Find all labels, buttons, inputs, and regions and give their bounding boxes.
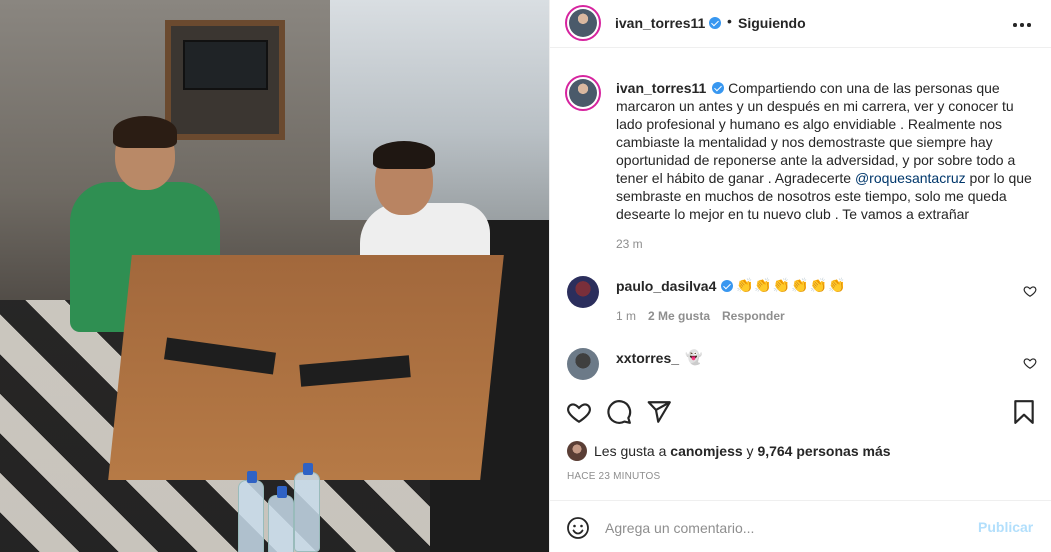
likes-others-link[interactable]: 9,764 personas más [757, 443, 890, 459]
post-details-panel: ivan_torres11 • Siguiendo ivan_torres11 … [549, 0, 1051, 552]
comment-like-heart-icon[interactable] [1023, 284, 1037, 298]
caption-text: ivan_torres11 Compartiendo con una de la… [616, 79, 1036, 223]
caption-username[interactable]: ivan_torres11 [616, 80, 706, 96]
verified-icon [721, 280, 733, 292]
caption-time[interactable]: 23 m [616, 237, 643, 251]
comment-like-heart-icon[interactable] [1023, 356, 1037, 370]
photo-bottle [268, 486, 294, 552]
following-button[interactable]: Siguiendo [738, 15, 806, 31]
comment-bubble-icon[interactable] [606, 399, 632, 425]
comment-likes-count[interactable]: 2 Me gusta [648, 309, 710, 323]
likes-connector: y [742, 443, 758, 459]
likes-text: Les gusta a canomjess y 9,764 personas m… [594, 443, 891, 459]
caption-avatar[interactable] [565, 75, 601, 111]
emoji-smile-icon[interactable] [566, 516, 590, 540]
author-username[interactable]: ivan_torres11 [615, 15, 705, 31]
add-comment-bar: Publicar [550, 500, 1051, 552]
photo-tv [183, 40, 268, 90]
post-header: ivan_torres11 • Siguiendo [550, 0, 1051, 48]
liker-avatar[interactable] [567, 441, 587, 461]
comment-username[interactable]: xxtorres_ [616, 350, 679, 366]
separator-dot: • [727, 13, 732, 29]
comment-username[interactable]: paulo_dasilva4 [616, 278, 716, 294]
post-comment-button[interactable]: Publicar [978, 519, 1033, 535]
post-photo[interactable] [0, 0, 549, 552]
like-heart-icon[interactable] [566, 399, 592, 425]
save-bookmark-icon[interactable] [1011, 399, 1037, 425]
verified-icon [712, 82, 725, 94]
comment-input[interactable] [605, 515, 965, 541]
comment-text: 👻 [685, 349, 703, 365]
liker-username[interactable]: canomjess [670, 443, 742, 459]
post-actions-bar [550, 393, 1051, 429]
caption-mention-link[interactable]: @roquesantacruz [855, 170, 966, 186]
comment-time[interactable]: 1 m [616, 309, 636, 323]
post-timestamp[interactable]: HACE 23 MINUTOS [567, 471, 660, 482]
verified-icon [709, 17, 721, 29]
likes-summary: Les gusta a canomjess y 9,764 personas m… [567, 441, 1037, 463]
photo-bottle [238, 471, 264, 552]
photo-bottle [294, 463, 320, 552]
share-send-icon[interactable] [646, 399, 672, 425]
comment-text: 👏👏👏👏👏👏 [736, 277, 847, 293]
comment-avatar[interactable] [567, 348, 599, 380]
comments-section: ivan_torres11 Compartiendo con una de la… [550, 60, 1051, 380]
likes-prefix: Les gusta a [594, 443, 671, 459]
more-options-icon[interactable] [1012, 14, 1032, 34]
author-avatar[interactable] [565, 5, 601, 41]
comment-reply-button[interactable]: Responder [722, 309, 785, 323]
comment-avatar[interactable] [567, 276, 599, 308]
